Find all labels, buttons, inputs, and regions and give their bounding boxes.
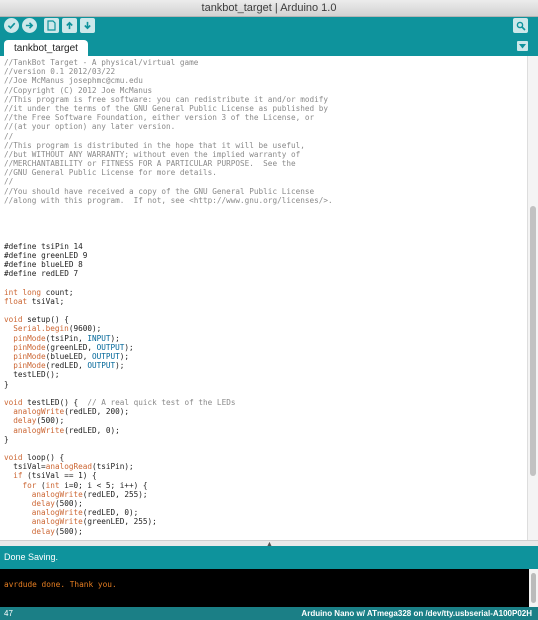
code-line: delay(500); [31,499,83,508]
console-output: avrdude done. Thank you. [0,569,529,607]
code-line: delay(500); [13,416,65,426]
code-line: analogWrite(redLED, 200); [13,407,130,417]
document-icon [47,20,56,31]
upload-button[interactable] [22,18,37,33]
code-line: for (int i=0; i < 5; i++) { [22,480,148,490]
code-line: #define redLED 7 [4,269,79,279]
code-line: void testLED() { // A real quick test of… [4,397,236,407]
tab-menu-button[interactable] [517,41,528,51]
save-button[interactable] [80,18,95,33]
check-icon [7,22,16,30]
verify-button[interactable] [4,18,19,33]
code-line: //Joe McManus josephmc@cmu.edu [4,76,143,86]
code-line: analogWrite(redLED, 0); [31,508,139,518]
code-line: //Copyright (C) 2012 Joe McManus [4,85,153,95]
editor-scrollbar-thumb[interactable] [530,206,536,476]
magnifier-icon [516,21,526,31]
code-line: //version 0.1 2012/03/22 [4,67,116,77]
code-line: Serial.begin(9600); [13,324,102,334]
open-button[interactable] [62,18,77,33]
code-line: int long count; [4,287,74,297]
tab-tankbot-target[interactable]: tankbot_target [4,40,88,56]
code-line: testLED(); [13,370,60,380]
footer-bar: 47 Arduino Nano w/ ATmega328 on /dev/tty… [0,607,538,620]
code-line: //along with this program. If not, see <… [4,195,333,205]
code-line: } [4,379,9,389]
code-line: //(at your option) any later version. [4,122,176,132]
line-number: 47 [4,609,13,618]
code-line: //This program is free software: you can… [4,94,328,104]
code-line: } [4,434,9,444]
code-line: pinMode(blueLED, OUTPUT); [13,352,130,361]
tab-strip: tankbot_target [0,36,538,56]
status-message: Done Saving. [0,546,538,569]
code-editor[interactable]: //TankBot Target - A physical/virtual ga… [0,56,527,540]
serial-monitor-button[interactable] [513,18,528,33]
code-line: //TankBot Target - A physical/virtual ga… [4,58,199,67]
editor-scrollbar[interactable] [527,56,538,540]
code-line: // [4,131,14,141]
code-line: pinMode(greenLED, OUTPUT); [13,342,134,352]
code-line: void setup() { [4,315,69,325]
code-line: pinMode(redLED, OUTPUT); [13,361,125,371]
code-line: void loop() { [4,453,65,463]
code-line: //GNU General Public License for more de… [4,168,217,178]
window-title: tankbot_target | Arduino 1.0 [0,0,538,17]
code-line: #define tsiPin 14 [4,241,83,251]
code-line: //but WITHOUT ANY WARRANTY; without even… [4,149,301,159]
arrow-down-icon [84,21,91,30]
console-scrollbar-thumb[interactable] [531,573,536,603]
code-line: analogWrite(greenLED, 255); [31,517,157,527]
code-line: // [4,177,14,187]
code-line: #define greenLED 9 [4,250,88,260]
code-line: //it under the terms of the GNU General … [4,103,328,113]
code-line: //You should have received a copy of the… [4,186,315,196]
console-scrollbar[interactable] [529,569,538,607]
code-line: //the Free Software Foundation, either v… [4,113,315,123]
board-info: Arduino Nano w/ ATmega328 on /dev/tty.us… [301,609,532,618]
console-text: avrdude done. Thank you. [4,580,117,589]
code-line: tsiVal=analogRead(tsiPin); [13,462,134,472]
toolbar [0,17,538,36]
chevron-down-icon [519,43,526,48]
code-line: float tsiVal; [4,296,65,306]
code-line: analogWrite(redLED, 0); [13,425,120,435]
arrow-up-icon [66,21,73,30]
code-line: if (tsiVal == 1) { [13,471,97,481]
code-line: #define blueLED 8 [4,260,83,270]
code-line: delay(500); [31,526,83,536]
code-line: //This program is distributed in the hop… [4,140,305,150]
code-line: analogWrite(redLED, 255); [31,489,148,499]
code-line: pinMode(tsiPin, INPUT); [13,333,120,343]
arrow-right-icon [25,22,34,29]
code-line: //MERCHANTABILITY or FITNESS FOR A PARTI… [4,159,296,169]
new-button[interactable] [44,18,59,33]
